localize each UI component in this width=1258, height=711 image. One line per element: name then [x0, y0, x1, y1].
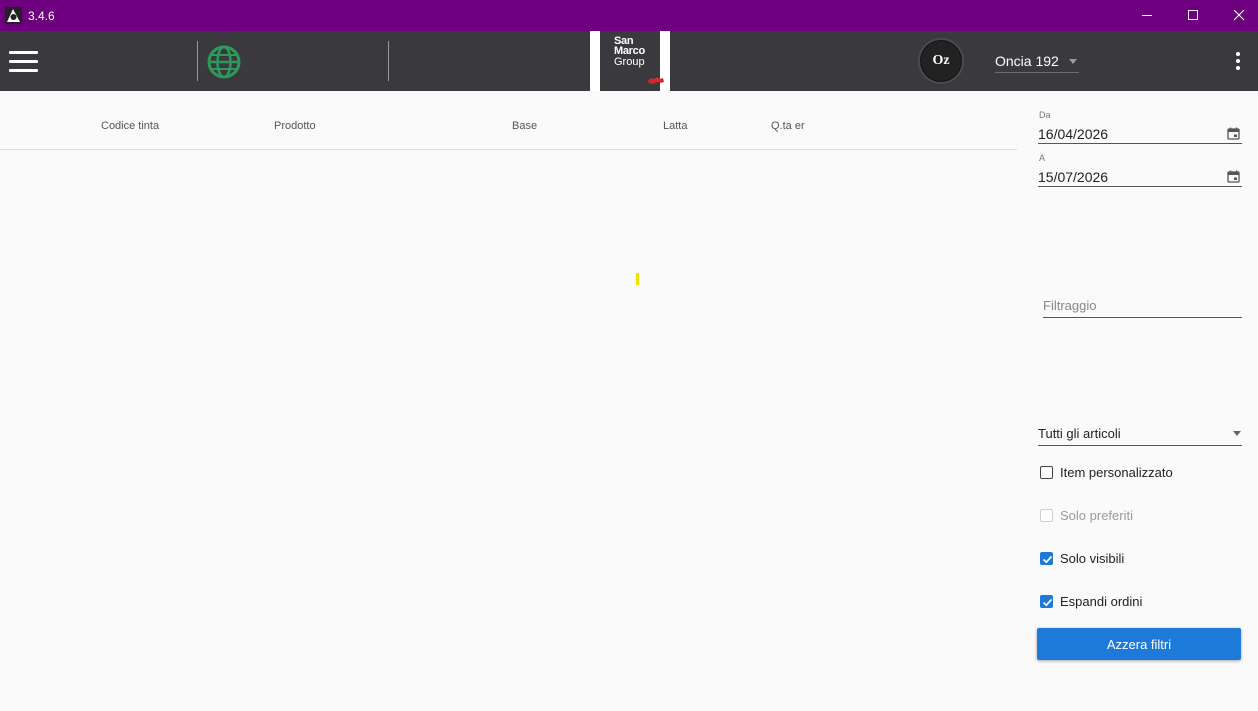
column-header-latta[interactable]: Latta [663, 120, 687, 132]
logo-panel: San Marco Group [600, 31, 664, 91]
date-to-value: 15/07/2026 [1038, 169, 1109, 185]
divider [197, 41, 198, 81]
checkbox-box[interactable] [1040, 466, 1053, 479]
column-header-prodotto[interactable]: Prodotto [274, 120, 316, 132]
loading-indicator [636, 273, 639, 285]
calendar-icon[interactable] [1227, 127, 1240, 140]
logo-line-2: Marco [614, 45, 645, 57]
calendar-icon[interactable] [1227, 170, 1240, 183]
logo-text: San Marco [614, 36, 645, 57]
checkbox-label: Solo visibili [1060, 551, 1125, 566]
date-to-label: A [1039, 153, 1046, 163]
checkbox-box[interactable] [1040, 552, 1053, 565]
check-icon [1042, 555, 1053, 564]
minimize-icon [1141, 15, 1152, 16]
filter-placeholder: Filtraggio [1043, 298, 1097, 313]
filter-input[interactable]: Filtraggio [1043, 296, 1242, 318]
logo-mark-icon [648, 77, 664, 84]
date-from-label: Da [1039, 110, 1051, 120]
date-to-field[interactable]: 15/07/2026 [1038, 167, 1242, 187]
checkbox-label: Item personalizzato [1060, 465, 1173, 480]
unit-select-value: Oncia 192 [995, 53, 1059, 69]
divider [388, 41, 389, 81]
hamburger-menu-icon[interactable] [9, 51, 38, 72]
brand-logo: San Marco Group [590, 31, 670, 91]
kebab-menu-icon[interactable] [1232, 52, 1244, 70]
checkbox-box [1040, 509, 1053, 522]
chevron-down-icon [1069, 59, 1077, 64]
minimize-button[interactable] [1124, 0, 1170, 31]
logo-line-3: Group [614, 56, 645, 68]
checkbox-label: Espandi ordini [1060, 594, 1143, 609]
table-header-divider [0, 149, 1017, 150]
articles-select[interactable]: Tutti gli articoli [1038, 424, 1242, 446]
maximize-button[interactable] [1170, 0, 1216, 31]
chevron-down-icon [1233, 431, 1241, 436]
window-title: 3.4.6 [28, 9, 55, 23]
window-titlebar: 3.4.6 [0, 0, 1258, 31]
checkbox-box[interactable] [1040, 595, 1053, 608]
check-icon [1042, 598, 1053, 607]
close-button[interactable] [1216, 0, 1258, 31]
column-header-base[interactable]: Base [512, 120, 537, 132]
ounce-unit-badge[interactable]: Oz [918, 38, 964, 84]
articles-select-value: Tutti gli articoli [1038, 426, 1121, 441]
reset-filters-button[interactable]: Azzera filtri [1037, 628, 1241, 660]
unit-select[interactable]: Oncia 192 [995, 53, 1079, 73]
date-from-field[interactable]: 16/04/2026 [1038, 124, 1242, 144]
close-icon [1233, 10, 1244, 21]
globe-icon[interactable] [207, 45, 241, 79]
column-header-quantita[interactable]: Q.ta er [771, 120, 805, 132]
maximize-icon [1187, 10, 1198, 20]
checkbox-label: Solo preferiti [1060, 508, 1133, 523]
date-from-value: 16/04/2026 [1038, 126, 1109, 142]
column-header-codice-tinta[interactable]: Codice tinta [101, 120, 159, 132]
app-icon [5, 7, 22, 24]
